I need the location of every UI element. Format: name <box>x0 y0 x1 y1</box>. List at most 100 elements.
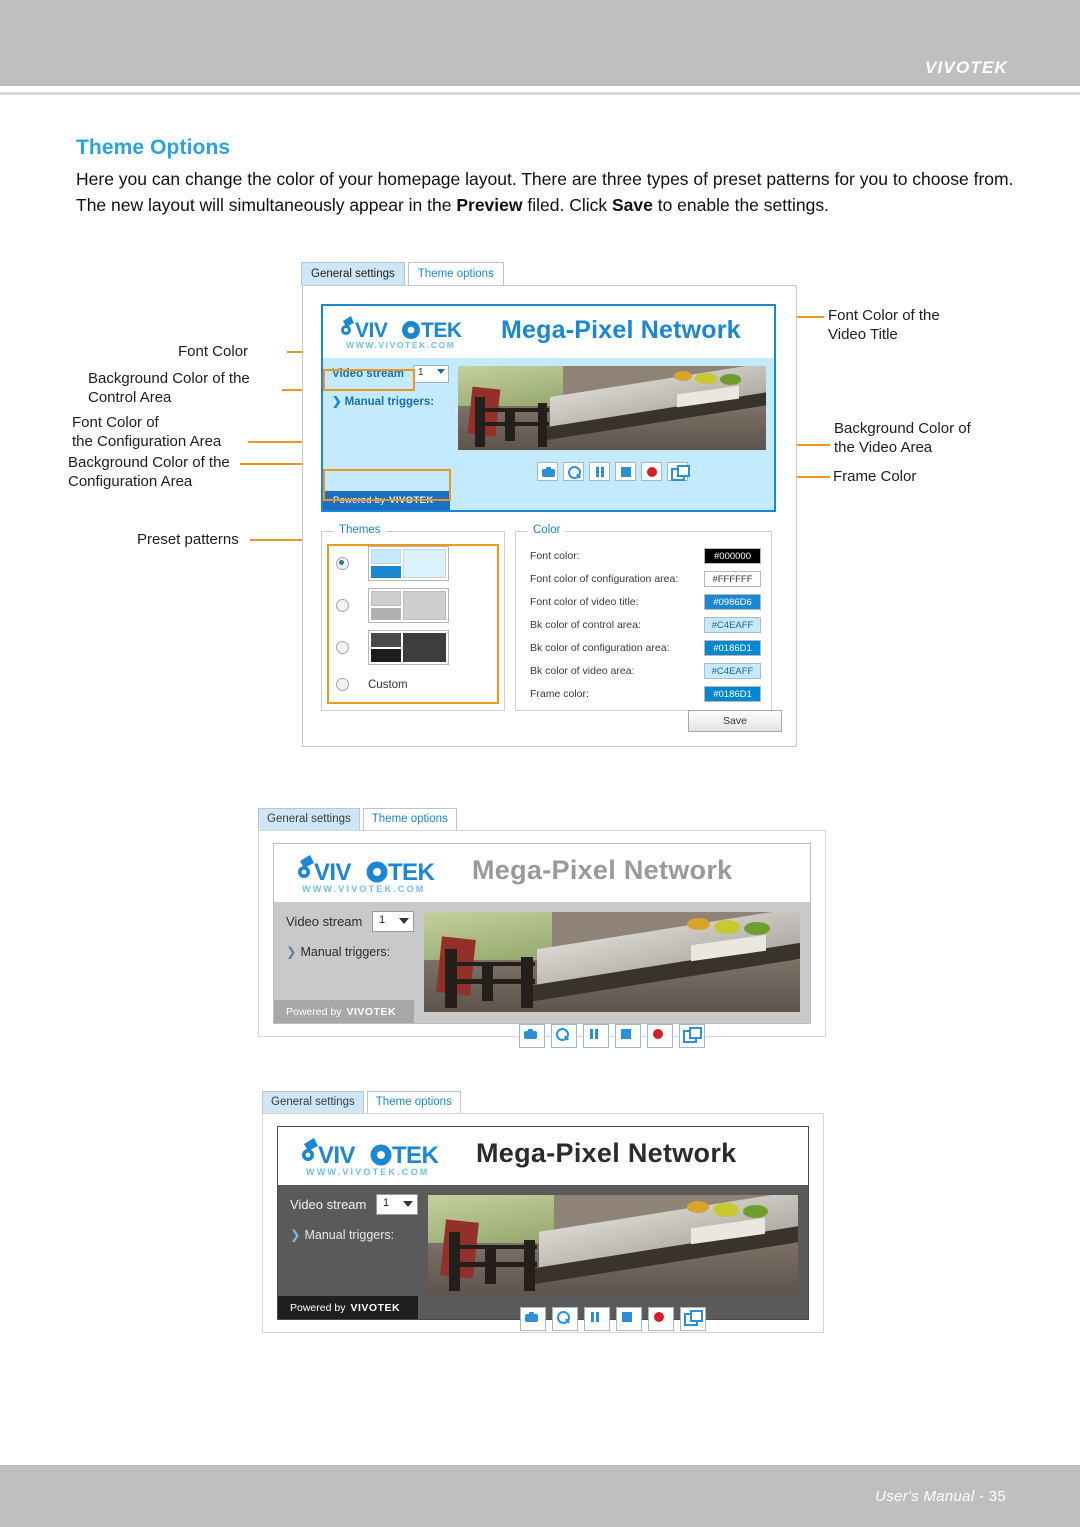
stop-icon[interactable] <box>614 462 636 481</box>
preview-body: Video stream 1 ❯ Manual triggers: Powered… <box>274 902 810 1048</box>
svg-text:TEK: TEK <box>421 319 462 342</box>
preview-dark-panel: General settings Theme options VIV TEK W… <box>262 1091 824 1333</box>
video-title: Mega-Pixel Network <box>501 316 741 344</box>
svg-text:WWW.VIVOTEK.COM: WWW.VIVOTEK.COM <box>306 1167 430 1177</box>
homepage-preview-gray: VIV TEK WWW.VIVOTEK.COM Mega-Pixel Netwo… <box>273 843 811 1048</box>
highlight-font-color <box>323 369 415 391</box>
color-label: Bk color of video area: <box>530 664 635 677</box>
stop-icon[interactable] <box>616 1307 642 1331</box>
record-icon[interactable] <box>648 1307 674 1331</box>
save-keyword: Save <box>611 195 653 215</box>
manual-triggers-label: Manual triggers: <box>344 396 435 408</box>
save-button[interactable]: Save <box>688 710 782 732</box>
snapshot-icon[interactable] <box>536 462 558 481</box>
svg-text:WWW.VIVOTEK.COM: WWW.VIVOTEK.COM <box>346 340 455 350</box>
svg-text:WWW.VIVOTEK.COM: WWW.VIVOTEK.COM <box>302 884 426 894</box>
stop-icon[interactable] <box>615 1024 641 1048</box>
video-stream-value: 1 <box>383 1197 390 1209</box>
svg-text:VIV: VIV <box>318 1142 355 1169</box>
tab-general-settings[interactable]: General settings <box>258 808 360 830</box>
video-control-bar <box>418 1307 808 1331</box>
header-rule <box>0 92 1080 95</box>
powered-by-brand: VIVOTEK <box>346 1005 397 1018</box>
video-control-bar <box>414 1024 810 1048</box>
color-value-frame-color[interactable]: #0186D1 <box>704 685 761 702</box>
chevron-right-icon: ❯ <box>290 1228 301 1242</box>
chevron-down-icon <box>399 918 409 924</box>
record-icon[interactable] <box>647 1024 673 1048</box>
page-title: Theme Options <box>76 136 231 159</box>
color-value-font-video-title[interactable]: #0986D6 <box>704 593 761 610</box>
section-paragraph: Here you can change the color of your ho… <box>76 166 1014 218</box>
digital-zoom-icon[interactable] <box>552 1307 578 1331</box>
video-stream-select[interactable]: 1 <box>376 1194 418 1215</box>
video-title: Mega-Pixel Network <box>472 855 733 885</box>
manual-triggers-toggle[interactable]: ❯ Manual triggers: <box>290 1227 394 1242</box>
control-area: Video stream 1 ❯ Manual triggers: Powered… <box>278 1185 418 1319</box>
tab-theme-options[interactable]: Theme options <box>362 808 457 830</box>
tab-general-settings[interactable]: General settings <box>262 1091 364 1113</box>
color-value-font-config-area[interactable]: #FFFFFF <box>704 570 761 587</box>
paragraph-part-2: filed. Click <box>522 195 612 215</box>
powered-by-bar: Powered by VIVOTEK <box>278 1296 418 1319</box>
manual-triggers-toggle[interactable]: ❯ Manual triggers: <box>286 944 390 959</box>
tab-theme-options[interactable]: Theme options <box>366 1091 461 1113</box>
preview-header: VIV TEK WWW.VIVOTEK.COM Mega-Pixel Netwo… <box>274 844 810 902</box>
manual-triggers-label: Manual triggers: <box>304 1228 395 1242</box>
snapshot-icon[interactable] <box>520 1307 546 1331</box>
video-stream-value: 1 <box>418 367 424 378</box>
digital-zoom-icon[interactable] <box>562 462 584 481</box>
record-icon[interactable] <box>640 462 662 481</box>
powered-by-text: Powered by <box>286 1005 342 1018</box>
svg-text:TEK: TEK <box>392 1142 439 1169</box>
control-area: Video stream 1 ❯ Manual triggers: Powered… <box>274 902 414 1023</box>
pause-icon[interactable] <box>583 1024 609 1048</box>
color-value-bk-config-area[interactable]: #0186D1 <box>704 639 761 656</box>
footer-manual-label: User's Manual <box>875 1488 975 1505</box>
svg-text:TEK: TEK <box>388 859 435 886</box>
fullscreen-icon[interactable] <box>680 1307 706 1331</box>
video-area <box>418 1185 808 1331</box>
tab-theme-options[interactable]: Theme options <box>407 262 504 285</box>
digital-zoom-icon[interactable] <box>551 1024 577 1048</box>
video-stream-value: 1 <box>379 914 386 926</box>
svg-text:VIV: VIV <box>355 319 388 342</box>
pause-icon[interactable] <box>588 462 610 481</box>
color-value-bk-video-area[interactable]: #C4EAFF <box>704 662 761 679</box>
video-stream-label: Video stream <box>286 914 363 929</box>
video-area <box>450 358 774 510</box>
pause-icon[interactable] <box>584 1307 610 1331</box>
video-stream-select[interactable]: 1 <box>372 911 414 932</box>
vivotek-logo-icon: VIV TEK WWW.VIVOTEK.COM <box>337 313 487 353</box>
callout-font-video-title: Font Color of the Video Title <box>828 307 940 343</box>
callout-font-config-area: Font Color of the Configuration Area <box>72 414 222 450</box>
color-row: Font color of configuration area: #FFFFF… <box>530 567 761 590</box>
fullscreen-icon[interactable] <box>679 1024 705 1048</box>
manual-triggers-toggle[interactable]: ❯ Manual triggers: <box>332 394 434 408</box>
preview-gray-panel: General settings Theme options VIV TEK W… <box>258 808 826 1048</box>
chevron-down-icon <box>437 369 445 374</box>
preview-header: VIV TEK WWW.VIVOTEK.COM Mega-Pixel Netwo… <box>278 1127 808 1185</box>
video-stream-label: Video stream <box>290 1197 367 1212</box>
callout-font-color: Font Color <box>178 343 249 360</box>
color-legend: Color <box>528 524 566 536</box>
themes-legend: Themes <box>334 524 386 536</box>
color-value-font-color[interactable]: #000000 <box>704 547 761 564</box>
tab-general-settings[interactable]: General settings <box>301 262 405 285</box>
vivotek-logo-icon: VIV TEK WWW.VIVOTEK.COM <box>296 1135 458 1179</box>
manual-triggers-label: Manual triggers: <box>300 945 391 959</box>
preview-body: Video stream 1 ❯ Manual triggers: Powered… <box>278 1185 808 1331</box>
footer-separator: - <box>978 1488 985 1505</box>
callout-frame-color: Frame Color <box>833 468 917 485</box>
homepage-preview-dark: VIV TEK WWW.VIVOTEK.COM Mega-Pixel Netwo… <box>277 1126 809 1331</box>
fullscreen-icon[interactable] <box>666 462 690 481</box>
video-stream-select[interactable]: 1 <box>413 365 449 383</box>
video-area <box>414 902 810 1048</box>
color-row: Frame color: #0186D1 <box>530 682 761 705</box>
preview-keyword: Preview <box>456 195 523 215</box>
annotated-figure: Font Color Background Color of the Contr… <box>0 250 1080 760</box>
snapshot-icon[interactable] <box>519 1024 545 1048</box>
callout-bk-control-area: Background Color of the Control Area <box>88 370 250 406</box>
color-value-bk-control-area[interactable]: #C4EAFF <box>704 616 761 633</box>
chevron-right-icon: ❯ <box>332 396 342 408</box>
